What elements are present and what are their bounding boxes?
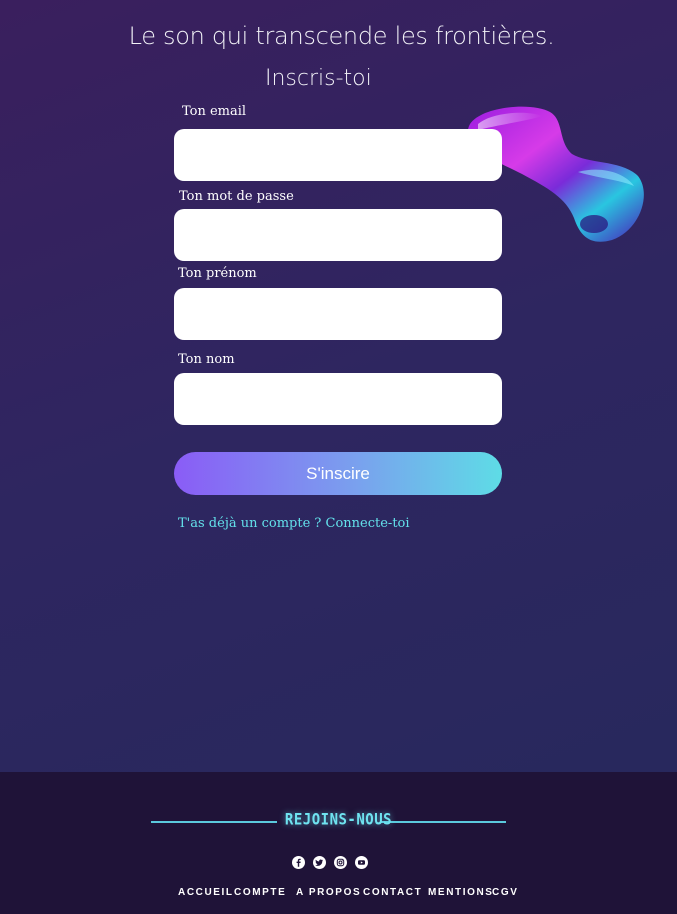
tagline: Le son qui transcende les frontières. — [128, 22, 555, 50]
email-label: Ton email — [182, 104, 247, 119]
email-field[interactable] — [174, 129, 502, 181]
footer-nav-accueil[interactable]: ACCUEIL — [178, 887, 234, 898]
instagram-icon[interactable] — [334, 856, 347, 869]
footer-nav-compte[interactable]: COMPTE — [234, 887, 286, 898]
form-title: Inscris-toi — [265, 66, 372, 91]
password-label: Ton mot de passe — [179, 189, 294, 204]
footer-nav-contact[interactable]: CONTACT — [363, 887, 422, 898]
join-title: REJOINS-NOUS — [284, 810, 393, 830]
footer-nav-cgv[interactable]: CGV — [492, 887, 518, 898]
lastname-field[interactable] — [174, 373, 502, 425]
lastname-label: Ton nom — [178, 352, 235, 367]
social-links — [292, 856, 368, 869]
login-link[interactable]: T'as déjà un compte ? Connecte-toi — [178, 516, 410, 531]
footer-nav-a-propos[interactable]: A PROPOS — [296, 887, 361, 898]
firstname-field[interactable] — [174, 288, 502, 340]
signup-button[interactable]: S'inscire — [174, 452, 502, 495]
password-field[interactable] — [174, 209, 502, 261]
twitter-icon[interactable] — [313, 856, 326, 869]
footer-nav-mentions[interactable]: MENTIONS — [428, 887, 494, 898]
youtube-icon[interactable] — [355, 856, 368, 869]
facebook-icon[interactable] — [292, 856, 305, 869]
firstname-label: Ton prénom — [178, 266, 257, 281]
